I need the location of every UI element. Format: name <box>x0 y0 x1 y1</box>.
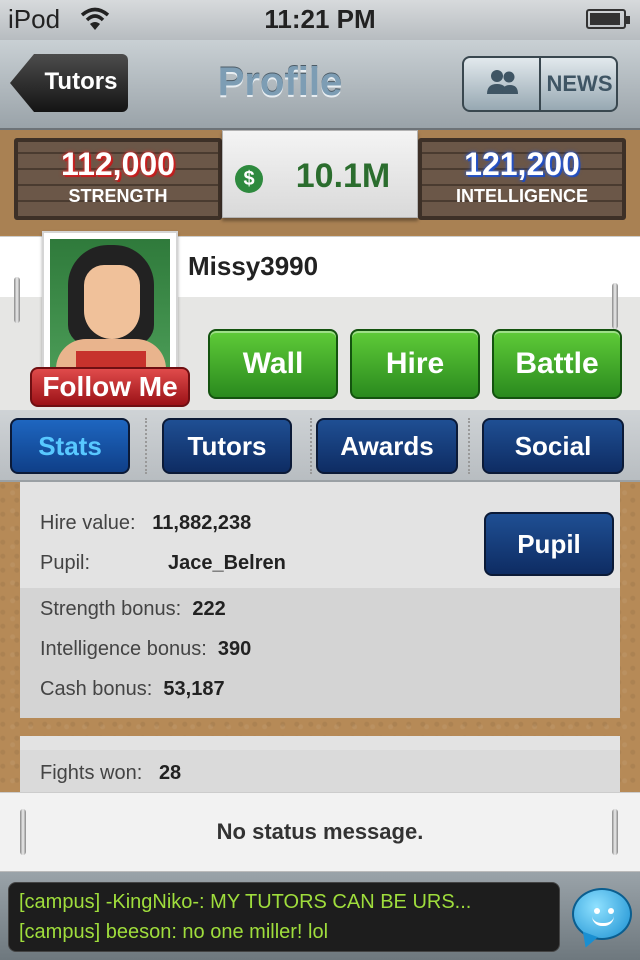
pupil-row: Pupil: <box>40 552 90 575</box>
tab-divider <box>310 418 312 474</box>
tab-divider <box>468 418 470 474</box>
chat-bar: [campus] -KingNiko-: MY TUTORS CAN BE UR… <box>0 872 640 960</box>
intelligence-panel: 121,200 INTELLIGENCE <box>418 138 626 220</box>
profile-panel: Missy3990 Follow Me Wall Hire Battle <box>0 231 640 410</box>
cash-bonus: 53,187 <box>163 678 225 700</box>
tab-bar: Stats Tutors Awards Social <box>0 410 640 482</box>
status-message-panel: No status message. <box>0 792 640 872</box>
avatar[interactable] <box>42 231 178 377</box>
wall-button[interactable]: Wall <box>208 329 338 399</box>
back-button-label: Tutors <box>44 68 118 95</box>
hire-value-row: Hire value: 11,882,238 <box>40 512 251 535</box>
chat-feed[interactable]: [campus] -KingNiko-: MY TUTORS CAN BE UR… <box>8 882 560 952</box>
ring-hook-icon <box>14 277 20 323</box>
intelligence-label: INTELLIGENCE <box>455 186 588 206</box>
cash-panel: $ 10.1M <box>222 130 418 218</box>
strength-bonus-row: Strength bonus: 222 <box>40 598 226 621</box>
intelligence-bonus-label: Intelligence bonus: <box>40 638 207 660</box>
battery-icon <box>586 9 630 29</box>
strength-bonus-label: Strength bonus: <box>40 598 182 620</box>
cash-bonus-row: Cash bonus: 53,187 <box>40 678 225 701</box>
ring-hook-icon <box>612 283 618 329</box>
nav-segmented-control: NEWS <box>462 56 618 112</box>
chat-smiley-icon[interactable] <box>572 888 632 951</box>
page-title: Profile <box>217 60 343 104</box>
fights-won-label: Fights won: <box>40 762 143 784</box>
hire-value: 11,882,238 <box>152 512 252 534</box>
pupil-label: Pupil: <box>40 552 91 574</box>
status-message: No status message. <box>216 819 424 844</box>
chat-line: [campus] -KingNiko-: MY TUTORS CAN BE UR… <box>19 891 472 913</box>
fights-won-row: Fights won: 28 <box>40 762 181 785</box>
tab-social[interactable]: Social <box>482 418 624 474</box>
tab-awards[interactable]: Awards <box>316 418 458 474</box>
follow-me-button[interactable]: Follow Me <box>30 367 190 407</box>
tab-tutors[interactable]: Tutors <box>162 418 292 474</box>
strength-panel: 112,000 STRENGTH <box>14 138 222 220</box>
pupil-button[interactable]: Pupil <box>484 512 614 576</box>
people-icon <box>487 70 518 94</box>
clock: 11:21 PM <box>264 4 376 34</box>
pupil-value-row: Jace_Belren <box>168 552 286 575</box>
fights-won: 28 <box>158 762 182 784</box>
strength-bonus: 222 <box>192 598 226 620</box>
news-button[interactable]: NEWS <box>543 58 616 110</box>
strength-label: STRENGTH <box>68 186 168 206</box>
hire-button[interactable]: Hire <box>350 329 480 399</box>
tab-divider <box>145 418 147 474</box>
intelligence-bonus: 390 <box>217 638 252 660</box>
cash-value: 10.1M <box>295 157 391 195</box>
strength-value: 112,000 <box>61 146 175 182</box>
pupil-value[interactable]: Jace_Belren <box>168 552 286 574</box>
chat-line: [campus] beeson: no one miller! lol <box>19 921 329 943</box>
friends-button[interactable] <box>464 58 541 110</box>
cash-bonus-label: Cash bonus: <box>40 678 153 700</box>
back-button[interactable]: Tutors <box>10 54 128 112</box>
intelligence-value: 121,200 <box>464 146 580 182</box>
dollar-coin-icon: $ <box>235 165 263 193</box>
resource-banner: 112,000 STRENGTH $ 10.1M 121,200 INTELLI… <box>0 130 640 235</box>
username: Missy3990 <box>188 251 319 281</box>
tab-stats[interactable]: Stats <box>10 418 130 474</box>
battle-button[interactable]: Battle <box>492 329 622 399</box>
hire-value-label: Hire value: <box>40 512 136 534</box>
status-bar: iPod 11:21 PM <box>0 0 640 40</box>
nav-bar: Tutors Profile NEWS <box>0 40 640 130</box>
intelligence-bonus-row: Intelligence bonus: 390 <box>40 638 251 661</box>
